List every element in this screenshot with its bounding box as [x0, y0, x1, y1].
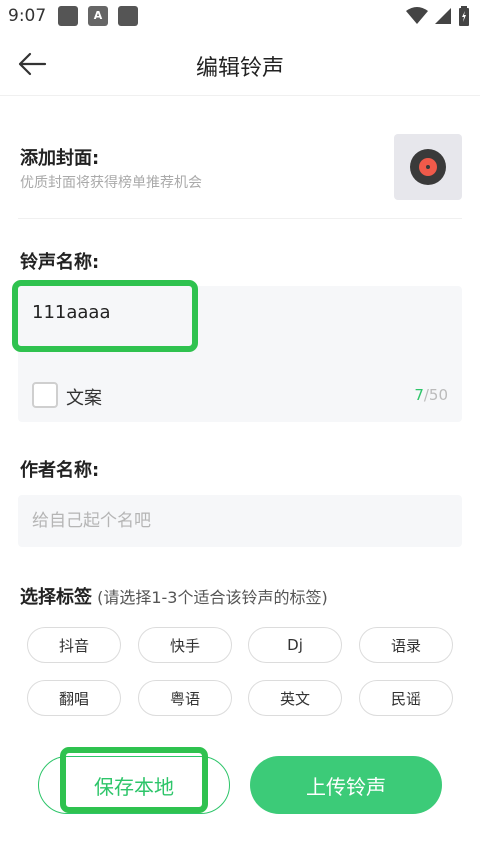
header: 编辑铃声: [0, 32, 480, 96]
cover-subtitle: 优质封面将获得榜单推荐机会: [20, 175, 202, 191]
tag-chip[interactable]: 民谣: [359, 680, 453, 716]
upload-ringtone-button[interactable]: 上传铃声: [250, 756, 442, 814]
caption-checkbox-label: 文案: [66, 388, 102, 409]
tag-chip[interactable]: 英文: [248, 680, 342, 716]
char-count-current: 7: [414, 386, 424, 404]
char-count-max: /50: [423, 386, 448, 404]
char-counter: 7/50: [414, 386, 448, 404]
battery-icon: [459, 6, 469, 26]
status-bar: 9:07 A: [0, 0, 480, 32]
divider: [18, 218, 462, 219]
cover-section: 添加封面: 优质封面将获得榜单推荐机会: [0, 120, 480, 220]
highlight-box: [60, 747, 208, 813]
tag-chip[interactable]: 抖音: [27, 627, 121, 663]
author-name-input[interactable]: [18, 495, 462, 547]
status-time: 9:07: [8, 6, 47, 26]
tag-chip[interactable]: Dj: [248, 627, 342, 663]
notification-icon: [58, 6, 78, 26]
author-name-title: 作者名称:: [20, 460, 100, 481]
tags-title-main: 选择标签: [20, 587, 92, 608]
notification-icon: [118, 6, 138, 26]
wifi-icon: [406, 7, 428, 24]
status-icons: [406, 4, 470, 28]
tags-title: 选择标签 (请选择1-3个适合该铃声的标签): [20, 583, 328, 609]
vinyl-record-icon: [410, 149, 446, 185]
cover-thumbnail[interactable]: [394, 134, 462, 200]
caption-checkbox[interactable]: [32, 382, 58, 408]
notification-icon: A: [88, 6, 108, 26]
tags-hint: (请选择1-3个适合该铃声的标签): [92, 588, 328, 607]
tag-chip[interactable]: 快手: [138, 627, 232, 663]
tag-chip[interactable]: 翻唱: [27, 680, 121, 716]
tag-chip[interactable]: 语录: [359, 627, 453, 663]
highlight-box: [12, 280, 198, 352]
tag-chip[interactable]: 粤语: [138, 680, 232, 716]
ringtone-name-title: 铃声名称:: [20, 252, 100, 273]
signal-icon: [435, 8, 451, 24]
page-title: 编辑铃声: [195, 56, 284, 81]
cover-title: 添加封面:: [20, 148, 100, 169]
